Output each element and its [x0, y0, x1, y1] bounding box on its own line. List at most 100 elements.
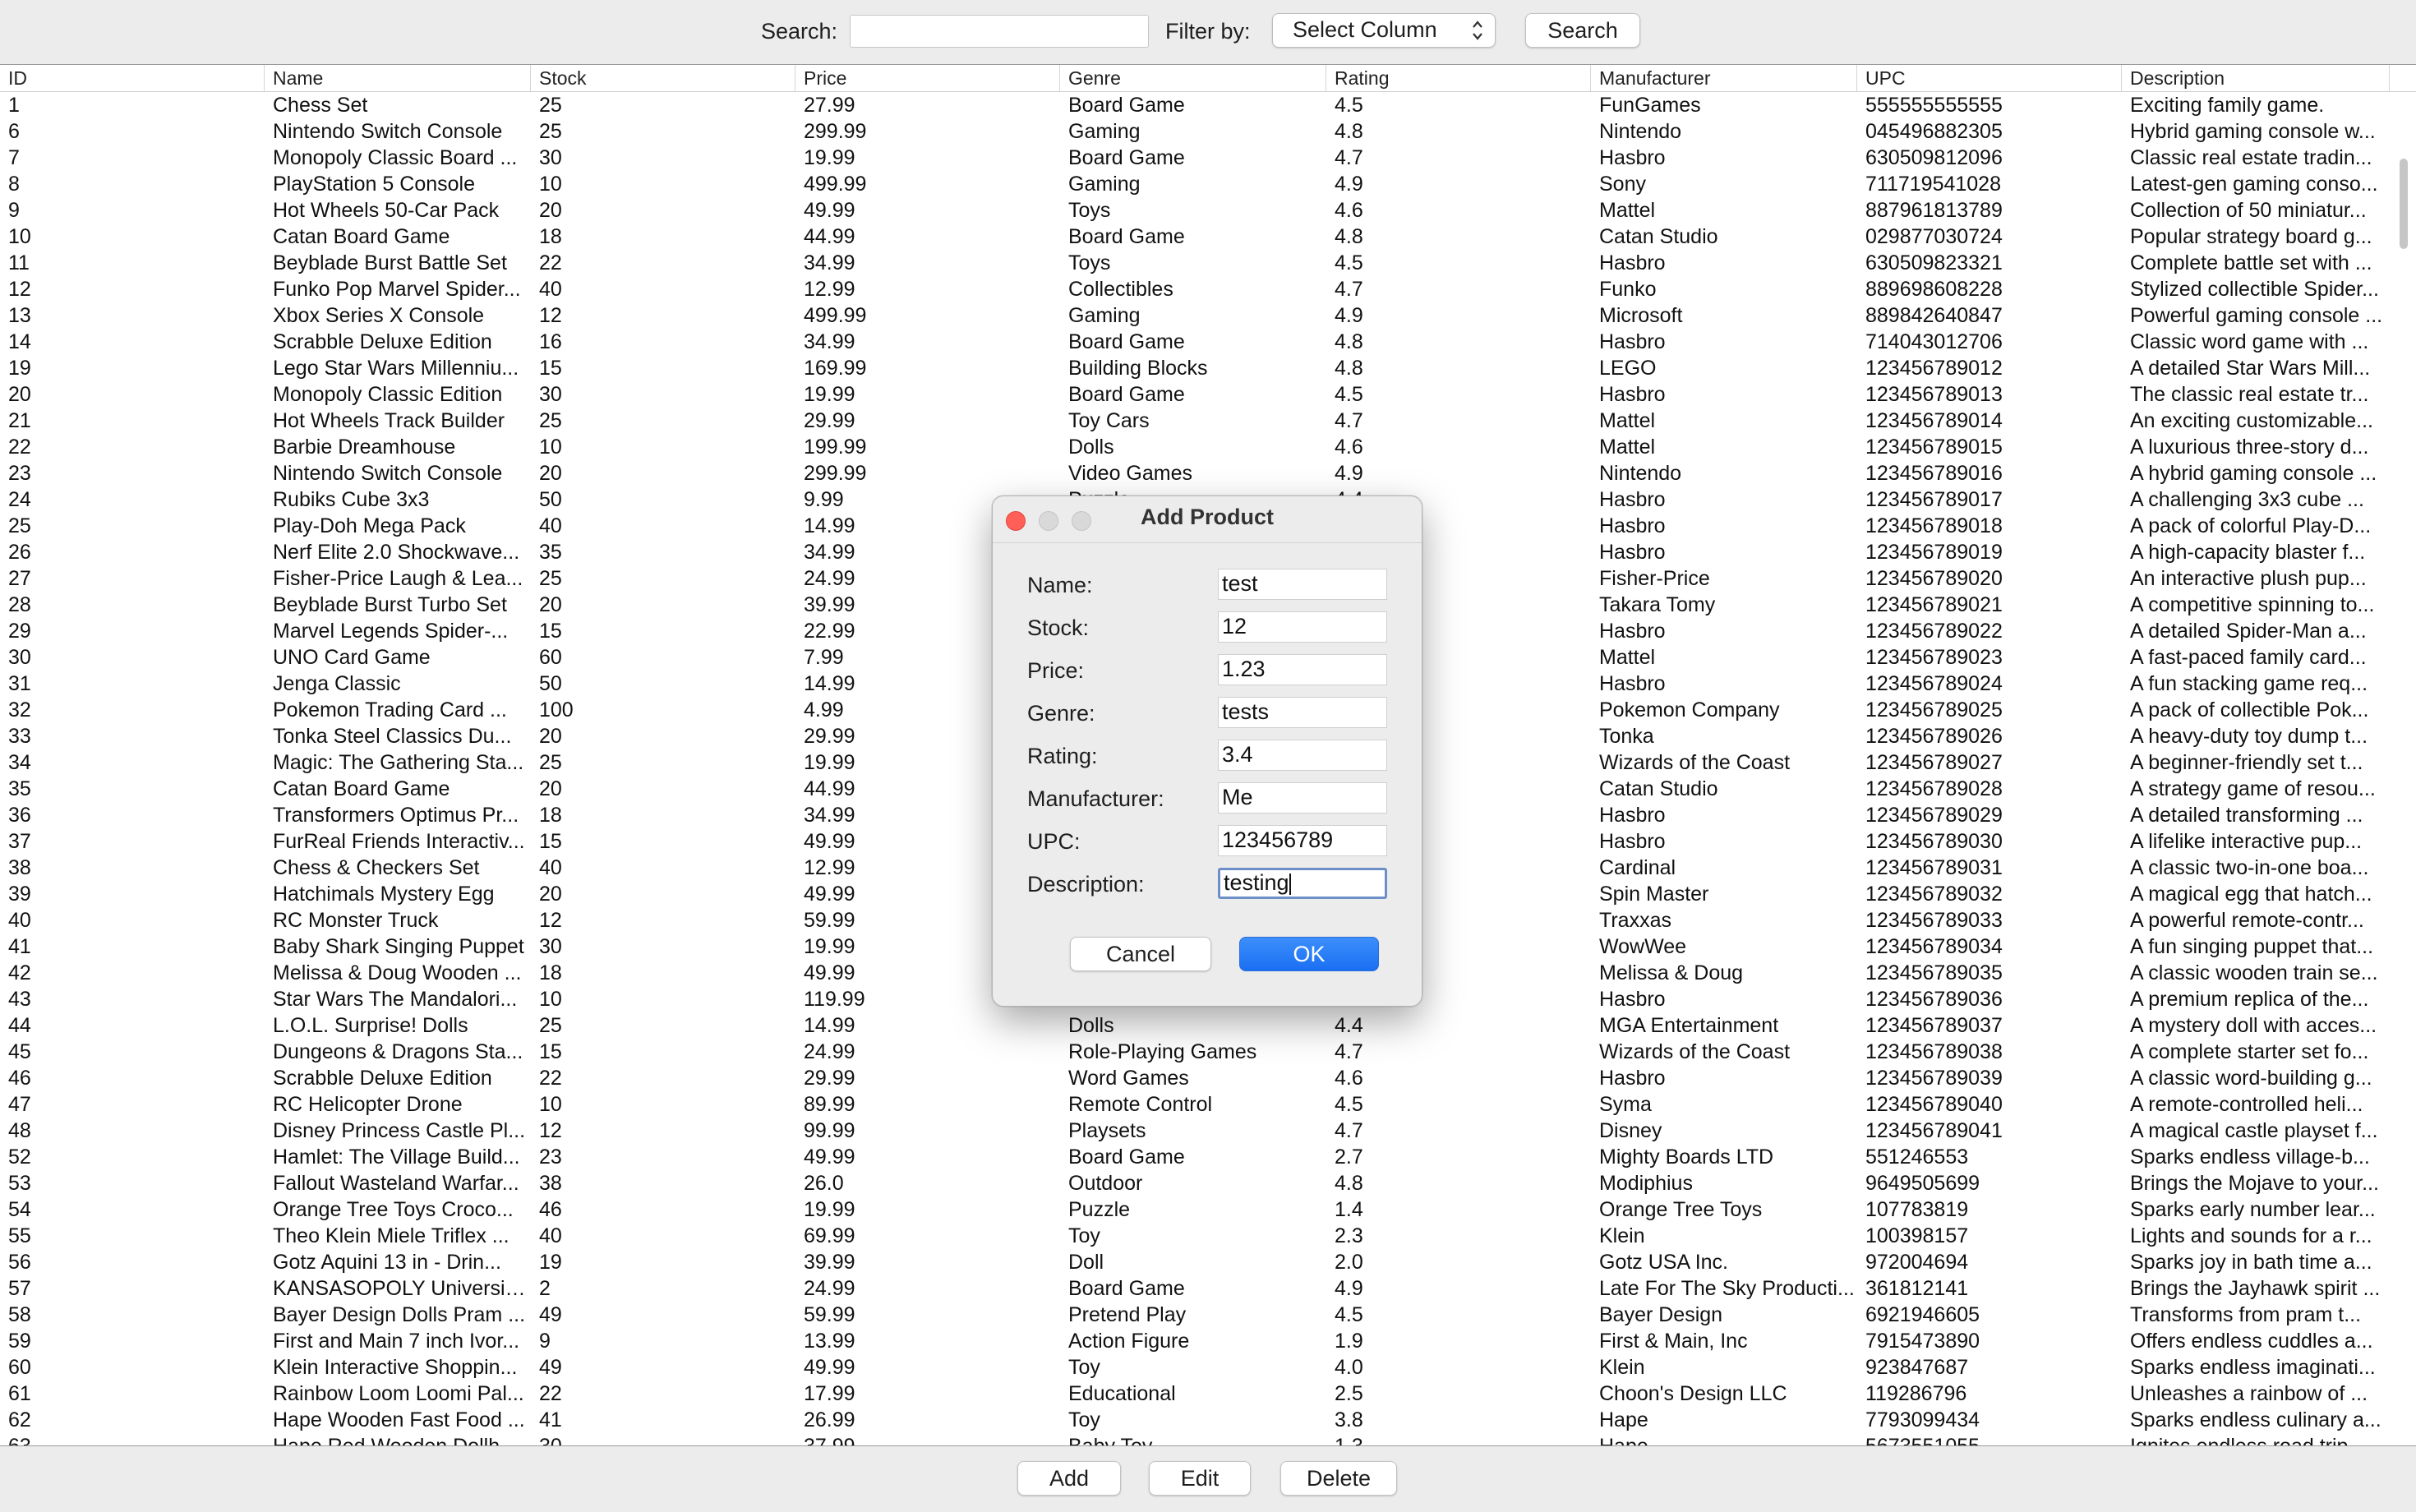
cell-price: 99.99 — [804, 1119, 855, 1142]
table-row[interactable]: 21 Hot Wheels Track Builder 25 29.99 Toy Car… — [0, 408, 2390, 434]
search-button[interactable]: Search — [1525, 13, 1640, 48]
cell-price: 12.99 — [804, 278, 855, 301]
cancel-button[interactable]: Cancel — [1070, 937, 1211, 971]
table-row[interactable]: 7 Monopoly Classic Board ... 30 19.99 Board … — [0, 145, 2390, 171]
cell-price: 299.99 — [804, 120, 867, 143]
cell-genre: Toy — [1068, 1356, 1100, 1379]
table-row[interactable]: 12 Funko Pop Marvel Spider... 40 12.99 Colle… — [0, 276, 2390, 302]
cell-description: Stylized collectible Spider... — [2130, 278, 2379, 301]
cell-price: 13.99 — [804, 1330, 855, 1353]
upc-field[interactable]: 123456789 — [1218, 825, 1387, 856]
column-header-description[interactable]: Description — [2122, 65, 2390, 91]
column-header-name[interactable]: Name — [265, 65, 531, 91]
table-row[interactable]: 44 L.O.L. Surprise! Dolls 25 14.99 Dolls 4.4 M… — [0, 1012, 2390, 1039]
cell-rating: 4.8 — [1335, 1172, 1363, 1195]
add-button[interactable]: Add — [1017, 1461, 1121, 1496]
table-row[interactable]: 14 Scrabble Deluxe Edition 16 34.99 Board Ga… — [0, 329, 2390, 355]
stock-field[interactable]: 12 — [1218, 611, 1387, 643]
cell-description: Unleashes a rainbow of ... — [2130, 1382, 2368, 1405]
table-row[interactable]: 1 Chess Set 25 27.99 Board Game 4.5 FunGames 55… — [0, 92, 2390, 118]
table-row[interactable]: 55 Theo Klein Miele Triflex ... 40 69.99 Toy… — [0, 1223, 2390, 1249]
cell-manufacturer: First & Main, Inc — [1599, 1330, 1748, 1353]
column-header-price[interactable]: Price — [795, 65, 1060, 91]
edit-button[interactable]: Edit — [1149, 1461, 1251, 1496]
cell-id: 11 — [8, 251, 30, 274]
genre-field[interactable]: tests — [1218, 697, 1387, 728]
table-row[interactable]: 58 Bayer Design Dolls Pram ... 49 59.99 Pret… — [0, 1302, 2390, 1328]
scrollbar-thumb[interactable] — [2400, 159, 2408, 249]
cell-price: 499.99 — [804, 173, 867, 196]
table-row[interactable]: 56 Gotz Aquini 13 in - Drin... 19 39.99 Doll… — [0, 1249, 2390, 1275]
cell-upc: 100398157 — [1865, 1224, 1969, 1247]
table-row[interactable]: 9 Hot Wheels 50-Car Pack 20 49.99 Toys 4.6 Mat… — [0, 197, 2390, 224]
cell-stock: 20 — [539, 883, 562, 906]
name-field[interactable]: test — [1218, 569, 1387, 600]
table-row[interactable]: 13 Xbox Series X Console 12 499.99 Gaming 4.9… — [0, 302, 2390, 329]
vertical-scrollbar[interactable] — [2398, 94, 2409, 1442]
cell-upc: 123456789016 — [1865, 462, 2003, 485]
table-row[interactable]: 61 Rainbow Loom Loomi Pal... 22 17.99 Educat… — [0, 1381, 2390, 1407]
table-row[interactable]: 20 Monopoly Classic Edition 30 19.99 Board G… — [0, 381, 2390, 408]
rating-field[interactable]: 3.4 — [1218, 740, 1387, 771]
filter-column-select[interactable]: Select Column — [1272, 13, 1496, 48]
cell-genre: Gaming — [1068, 173, 1141, 196]
cell-description: Hybrid gaming console w... — [2130, 120, 2376, 143]
table-row[interactable]: 60 Klein Interactive Shoppin... 49 49.99 Toy… — [0, 1354, 2390, 1381]
cell-manufacturer: Disney — [1599, 1119, 1662, 1142]
cell-stock: 23 — [539, 1146, 562, 1169]
column-header-upc[interactable]: UPC — [1857, 65, 2122, 91]
table-row[interactable]: 52 Hamlet: The Village Build... 23 49.99 Boa… — [0, 1144, 2390, 1170]
table-row[interactable]: 45 Dungeons & Dragons Sta... 15 24.99 Role-P… — [0, 1039, 2390, 1065]
table-row[interactable]: 6 Nintendo Switch Console 25 299.99 Gaming 4.… — [0, 118, 2390, 145]
cell-manufacturer: Hasbro — [1599, 620, 1666, 643]
cell-name: Monopoly Classic Board ... — [273, 146, 518, 169]
description-value: testing — [1224, 870, 1289, 895]
cell-description: A lifelike interactive pup... — [2130, 830, 2363, 853]
table-row[interactable]: 53 Fallout Wasteland Warfar... 38 26.0 Outdo… — [0, 1170, 2390, 1196]
table-row[interactable]: 63 Hape Red Wooden Dollh... 30 37.99 Baby To… — [0, 1433, 2390, 1446]
cell-id: 29 — [8, 620, 31, 643]
description-field-row: Description: testing — [1027, 866, 1389, 902]
cell-genre: Dolls — [1068, 1014, 1114, 1037]
cell-rating: 4.9 — [1335, 304, 1363, 327]
table-row[interactable]: 59 First and Main 7 inch Ivor... 9 13.99 Act… — [0, 1328, 2390, 1354]
cell-manufacturer: WowWee — [1599, 935, 1687, 958]
delete-button[interactable]: Delete — [1280, 1461, 1397, 1496]
cell-upc: 123456789017 — [1865, 488, 2003, 511]
cell-upc: 123456789015 — [1865, 436, 2003, 459]
cell-description: A fun stacking game req... — [2130, 672, 2368, 695]
table-row[interactable]: 46 Scrabble Deluxe Edition 22 29.99 Word Gam… — [0, 1065, 2390, 1091]
search-input[interactable] — [850, 15, 1149, 48]
table-row[interactable]: 47 RC Helicopter Drone 10 89.99 Remote Contr… — [0, 1091, 2390, 1118]
dialog-titlebar[interactable]: Add Product — [993, 496, 1422, 543]
column-header-stock[interactable]: Stock — [531, 65, 795, 91]
table-row[interactable]: 48 Disney Princess Castle Pl... 12 99.99 Pla… — [0, 1118, 2390, 1144]
cell-id: 31 — [8, 672, 31, 695]
table-row[interactable]: 11 Beyblade Burst Battle Set 22 34.99 Toys 4.… — [0, 250, 2390, 276]
cell-upc: 5673551055 — [1865, 1435, 1980, 1446]
cell-genre: Pretend Play — [1068, 1303, 1187, 1326]
table-row[interactable]: 8 PlayStation 5 Console 10 499.99 Gaming 4.9 S… — [0, 171, 2390, 197]
cell-name: Hamlet: The Village Build... — [273, 1146, 520, 1169]
cell-genre: Board Game — [1068, 146, 1185, 169]
table-row[interactable]: 22 Barbie Dreamhouse 10 199.99 Dolls 4.6 Matte… — [0, 434, 2390, 460]
cell-genre: Word Games — [1068, 1067, 1189, 1090]
cell-upc: 123456789013 — [1865, 383, 2003, 406]
cell-upc: 7793099434 — [1865, 1408, 1980, 1431]
ok-button[interactable]: OK — [1239, 937, 1379, 971]
column-header-id[interactable]: ID — [0, 65, 265, 91]
price-field[interactable]: 1.23 — [1218, 654, 1387, 685]
column-header-rating[interactable]: Rating — [1326, 65, 1591, 91]
cell-id: 10 — [8, 225, 31, 248]
table-row[interactable]: 19 Lego Star Wars Millenniu... 15 169.99 Bui… — [0, 355, 2390, 381]
filter-selected-value: Select Column — [1293, 17, 1437, 42]
table-row[interactable]: 10 Catan Board Game 18 44.99 Board Game 4.8 Ca… — [0, 224, 2390, 250]
table-row[interactable]: 23 Nintendo Switch Console 20 299.99 Video G… — [0, 460, 2390, 486]
manufacturer-field[interactable]: Me — [1218, 782, 1387, 814]
description-field[interactable]: testing — [1218, 868, 1387, 899]
column-header-genre[interactable]: Genre — [1060, 65, 1326, 91]
table-row[interactable]: 57 KANSASOPOLY University ... 2 24.99 Board … — [0, 1275, 2390, 1302]
table-row[interactable]: 54 Orange Tree Toys Croco... 46 19.99 Puzzle… — [0, 1196, 2390, 1223]
table-row[interactable]: 62 Hape Wooden Fast Food ... 41 26.99 Toy 3.8… — [0, 1407, 2390, 1433]
column-header-manufacturer[interactable]: Manufacturer — [1591, 65, 1857, 91]
